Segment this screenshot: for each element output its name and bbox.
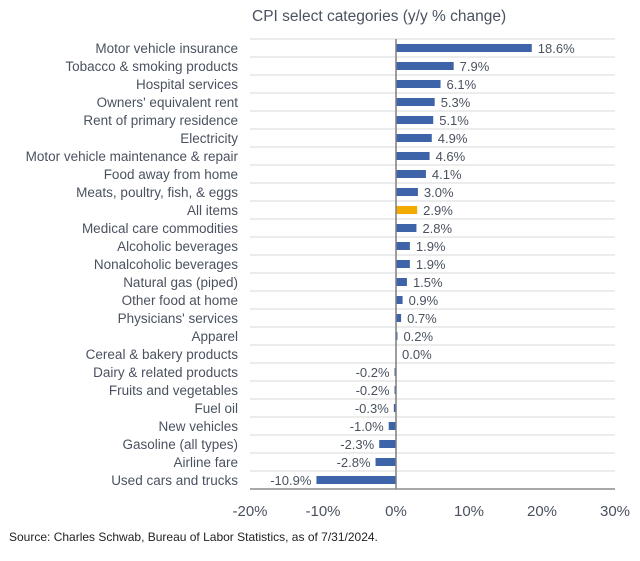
category-label: Owners' equivalent rent [97,95,239,110]
x-tick-label: 30% [600,503,630,520]
bar [396,188,418,196]
bar [396,62,454,70]
bar [396,260,410,268]
bar [396,314,402,322]
data-label: -1.0% [350,419,384,434]
bar [396,206,418,214]
source-note: Source: Charles Schwab, Bureau of Labor … [9,530,378,544]
bar [379,440,396,448]
category-label: Gasoline (all types) [122,437,238,452]
data-label: 0.2% [403,329,433,344]
bar [396,296,403,304]
bar [396,116,434,124]
bar-chart: Motor vehicle insurance Tobacco & smoking… [26,38,630,520]
data-label: 5.1% [439,113,469,128]
category-label: Electricity [180,131,238,146]
data-label: 0.0% [402,347,432,362]
category-labels: Motor vehicle insurance Tobacco & smoking… [26,41,239,488]
bar [396,224,417,232]
category-label: Used cars and trucks [111,473,238,488]
bar [388,422,396,430]
bar [396,44,532,52]
category-label: Apparel [191,329,238,344]
x-tick-label: -10% [305,503,340,520]
category-label: Meats, poultry, fish, & eggs [76,185,238,200]
category-label: Dairy & related products [93,365,238,380]
data-label: 1.5% [413,275,443,290]
category-label: Cereal & bakery products [86,347,239,362]
category-label: Food away from home [104,167,238,182]
category-label: Medical care commodities [82,221,238,236]
data-label: 1.9% [416,257,446,272]
bar [375,458,396,466]
category-label: Rent of primary residence [83,113,238,128]
category-label: Alcoholic beverages [117,239,238,254]
data-label: -2.3% [340,437,374,452]
x-axis-ticks: -20% -10% 0% 10% 20% 30% [232,503,630,520]
bar [396,242,410,250]
bar [396,152,430,160]
data-label: 4.1% [432,167,462,182]
data-label: -0.3% [355,401,389,416]
x-tick-label: 20% [527,503,557,520]
category-label: Motor vehicle maintenance & repair [26,149,239,164]
data-label: -0.2% [356,383,390,398]
bar [396,170,426,178]
category-label: New vehicles [158,419,238,434]
category-label: Fuel oil [194,401,238,416]
category-label: Hospital services [136,77,238,92]
bar [396,80,441,88]
value-labels: 18.6% 7.9% 6.1% 5.3% 5.1% 4.9% 4.6% 4.1% 3.0% 2.9… [270,41,575,488]
data-label: 0.7% [407,311,437,326]
bar [396,98,435,106]
data-label: 1.9% [416,239,446,254]
x-tick-label: -20% [232,503,267,520]
data-label: 7.9% [460,59,490,74]
data-label: 2.9% [423,203,453,218]
category-label: Other food at home [122,293,238,308]
category-label: Physicians' services [118,311,239,326]
bar [396,134,432,142]
bar [316,476,396,484]
data-label: 6.1% [447,77,477,92]
data-label: 4.6% [436,149,466,164]
category-label: Tobacco & smoking products [65,59,238,74]
bar [396,278,407,286]
category-label: All items [187,203,238,218]
category-label: Natural gas (piped) [123,275,238,290]
data-label: -0.2% [356,365,390,380]
data-label: 5.3% [441,95,471,110]
data-label: 18.6% [538,41,575,56]
category-label: Fruits and vegetables [109,383,238,398]
x-tick-label: 10% [454,503,484,520]
data-label: -2.8% [337,455,371,470]
category-label: Motor vehicle insurance [95,41,238,56]
data-label: 3.0% [424,185,454,200]
data-label: -10.9% [270,473,312,488]
data-label: 4.9% [438,131,468,146]
data-label: 0.9% [409,293,439,308]
x-tick-label: 0% [385,503,407,520]
category-label: Nonalcoholic beverages [94,257,238,272]
category-label: Airline fare [173,455,238,470]
data-label: 2.8% [422,221,452,236]
